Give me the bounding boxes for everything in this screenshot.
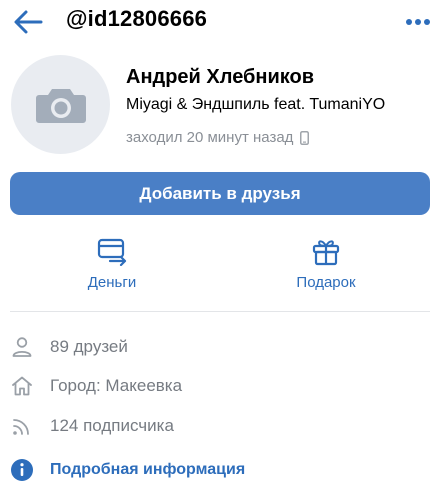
last-seen: заходил 20 минут назад: [126, 129, 310, 146]
money-label: Деньги: [87, 274, 137, 291]
profile-page: @id12806666 Андрей Хлебников Miyagi & Эн…: [0, 0, 445, 499]
gift-label: Подарок: [296, 274, 356, 291]
avatar[interactable]: [11, 55, 110, 154]
city-row: Город: Макеевка: [0, 371, 445, 401]
add-friend-button[interactable]: Добавить в друзья: [10, 172, 430, 215]
profile-status-text: Miyagi & Эндшпиль feat. TumaniYO: [126, 96, 386, 113]
arrow-left-icon[interactable]: [12, 8, 44, 36]
phone-icon: [300, 130, 310, 145]
gift-button[interactable]: Подарок: [266, 232, 386, 296]
page-title: @id12806666: [66, 6, 208, 31]
last-seen-text: заходил 20 минут назад: [126, 129, 294, 146]
gift-icon: [312, 240, 340, 266]
friends-count: 89 друзей: [50, 337, 128, 356]
rss-icon: [13, 419, 29, 435]
top-bar: @id12806666: [0, 0, 445, 44]
info-icon: [11, 459, 33, 481]
user-icon: [12, 337, 32, 357]
camera-icon: [35, 88, 86, 123]
profile-name: Андрей Хлебников: [126, 66, 315, 88]
subscribers-row[interactable]: 124 подписчика: [0, 411, 445, 441]
divider: [10, 311, 430, 312]
money-button[interactable]: Деньги: [52, 232, 172, 296]
city-text: Город: Макеевка: [50, 376, 183, 395]
home-icon: [12, 376, 32, 396]
card-transfer-icon: [97, 238, 127, 266]
details-link[interactable]: Подробная информация: [0, 455, 445, 485]
more-dots-icon[interactable]: [403, 10, 433, 34]
profile-status: Miyagi & Эндшпиль feat. TumaniYO: [126, 96, 431, 114]
details-text: Подробная информация: [50, 461, 246, 478]
friends-row[interactable]: 89 друзей: [0, 332, 445, 362]
subscribers-count: 124 подписчика: [50, 416, 174, 435]
